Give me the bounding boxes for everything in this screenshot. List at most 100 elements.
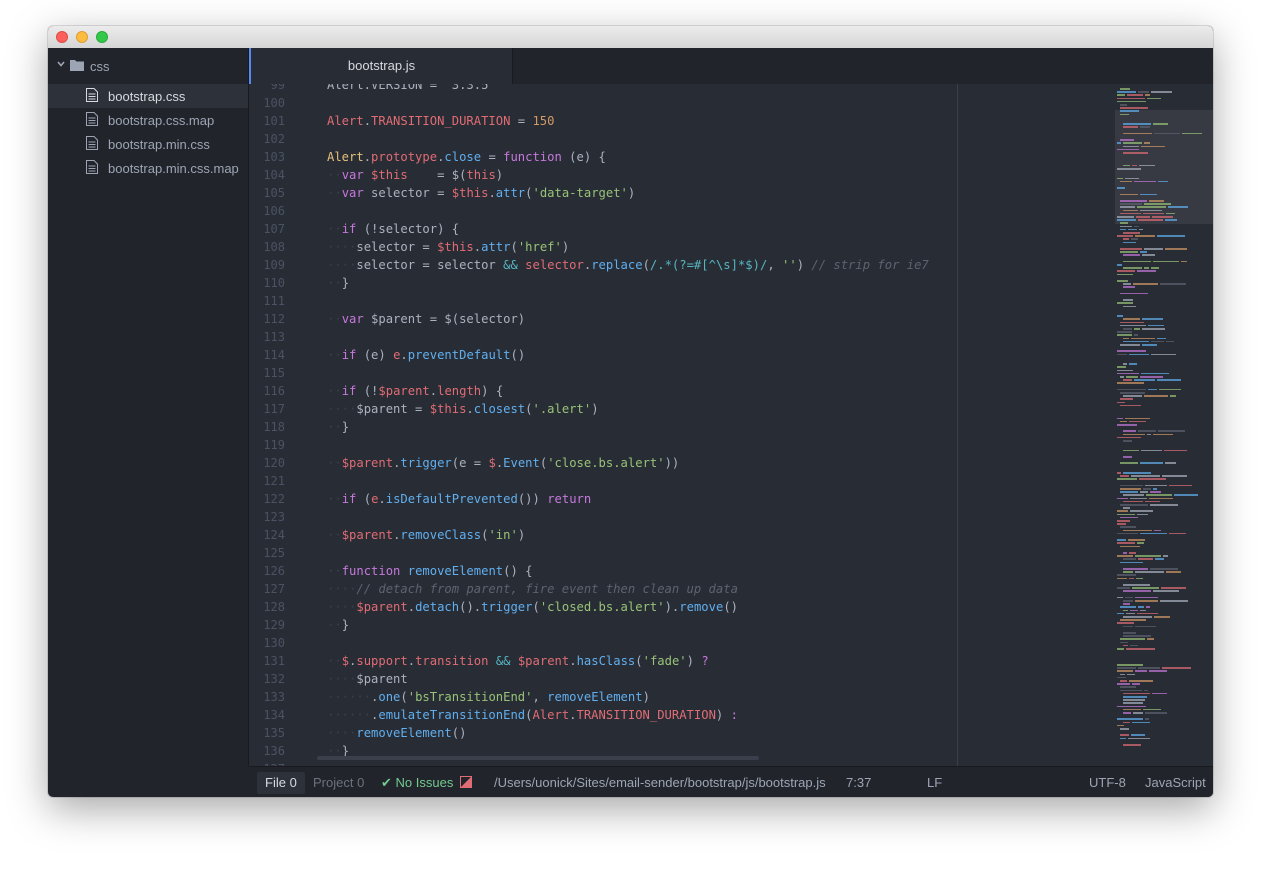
line-number: 131 (263, 654, 285, 668)
file-path[interactable]: /Users/uonick/Sites/email-sender/bootstr… (494, 775, 826, 790)
minimap-line (1120, 139, 1134, 141)
minimap-line (1117, 648, 1124, 650)
code-line: ··$parent.removeClass('in') (327, 528, 525, 542)
minimap-line (1123, 430, 1136, 432)
minimap-line (1120, 212, 1141, 215)
code-token: (e) { (561, 150, 606, 164)
tab-bootstrap-js[interactable]: bootstrap.js (249, 48, 513, 84)
maximize-window-button[interactable] (96, 31, 108, 43)
minimap-line (1117, 219, 1136, 221)
minimap-line (1129, 420, 1146, 423)
line-number: 115 (263, 366, 285, 380)
minimap-line (1148, 388, 1157, 391)
horizontal-scrollbar[interactable] (317, 756, 759, 760)
code-token: preventDefault (407, 348, 511, 362)
file-bootstrap-min-css-map[interactable]: bootstrap.min.css.map (48, 156, 248, 180)
minimap-line (1117, 366, 1126, 368)
minimap-line (1117, 532, 1138, 535)
file-bootstrap-min-css[interactable]: bootstrap.min.css (48, 132, 248, 156)
cursor-position[interactable]: 7:37 (846, 775, 871, 790)
file-bootstrap-css-map[interactable]: bootstrap.css.map (48, 108, 248, 132)
project-issues-tab[interactable]: Project 0 (305, 772, 372, 794)
code-token: ()) (517, 492, 548, 506)
minimap-line (1120, 248, 1142, 250)
minimap-line (1123, 712, 1131, 714)
minimap-line (1120, 526, 1136, 528)
minimap-line (1137, 612, 1158, 615)
code-token: ( (356, 492, 372, 506)
minimap-line (1140, 209, 1162, 212)
code-line: ····$parent (327, 672, 408, 686)
minimap-line (1120, 203, 1142, 205)
line-ending[interactable]: LF (927, 775, 942, 790)
minimap-line (1123, 500, 1143, 503)
minimap-line (1123, 152, 1148, 154)
minimap-line (1155, 558, 1164, 560)
minimap-line (1120, 225, 1132, 228)
code-token: return (547, 492, 592, 506)
code-token: ) (642, 690, 650, 704)
code-token: trigger (400, 456, 452, 470)
minimap-line (1123, 340, 1149, 343)
code-line: ··$.support.transition && $parent.hasCla… (327, 654, 709, 668)
code-token: var (341, 168, 364, 182)
minimize-window-button[interactable] (76, 31, 88, 43)
file-text-icon (86, 136, 98, 150)
code-line: Alert.VERSION = '3.3.5' (327, 84, 496, 92)
code-token: ( (532, 600, 540, 614)
code-token: ···· (327, 582, 357, 596)
minimap-line (1149, 670, 1167, 672)
line-number: 128 (263, 600, 285, 614)
minimap-line (1123, 692, 1150, 695)
code-token: // detach from parent, fire event then c… (356, 582, 738, 596)
minimap-line (1152, 692, 1167, 695)
minimap-line (1117, 417, 1123, 420)
code-token: ···· (327, 600, 357, 614)
minimap-line (1117, 388, 1146, 391)
file-issues-tab[interactable]: File 0 (257, 772, 305, 794)
code-token: () { (503, 564, 533, 578)
minimap-line (1174, 494, 1198, 496)
code-area[interactable]: Alert.VERSION = '3.3.5' Alert.TRANSITION_… (315, 84, 1115, 766)
minimap-line (1170, 395, 1176, 397)
minimap-line (1153, 123, 1168, 125)
minimap-line (1162, 475, 1187, 477)
minimap-line (1117, 235, 1133, 237)
code-token: . (407, 600, 416, 614)
minimap-line (1117, 676, 1126, 679)
minimap-line (1129, 363, 1137, 365)
code-token: Event (503, 456, 540, 470)
grammar-selector[interactable]: JavaScript (1145, 775, 1206, 790)
code-token: // strip for ie7 (811, 258, 929, 272)
minimap-line (1154, 616, 1170, 618)
minimap-line (1120, 689, 1142, 692)
encoding[interactable]: UTF-8 (1089, 775, 1126, 790)
minimap-line (1123, 456, 1132, 458)
file-bootstrap-css[interactable]: bootstrap.css (48, 84, 248, 108)
minimap-line (1145, 484, 1167, 487)
code-token: $this (371, 168, 408, 182)
minimap[interactable] (1115, 84, 1213, 766)
minimap-line (1120, 475, 1129, 477)
minimap-line (1120, 737, 1126, 740)
code-token: ···· (327, 258, 357, 272)
minimap-line (1123, 558, 1136, 560)
minimap-line (1117, 401, 1125, 404)
code-editor[interactable]: 99 100 101 102 103 104 105 106 107 108 109 110 111 11… (249, 84, 1115, 766)
code-token: $this (451, 186, 489, 200)
minimap-line (1161, 587, 1186, 589)
minimap-line (1120, 638, 1145, 640)
code-line: ····removeElement() (327, 726, 466, 740)
linter-status[interactable]: ✔ No Issues (381, 775, 453, 791)
diff-icon[interactable] (460, 776, 472, 788)
folder-css[interactable]: css (48, 56, 248, 76)
minimap-line (1132, 587, 1159, 589)
minimap-line (1153, 260, 1179, 263)
minimap-line (1169, 532, 1186, 535)
minimap-line (1123, 299, 1133, 301)
close-window-button[interactable] (56, 31, 68, 43)
code-token: = (481, 150, 504, 164)
code-token: = (510, 114, 533, 128)
code-token: attr (481, 240, 511, 254)
